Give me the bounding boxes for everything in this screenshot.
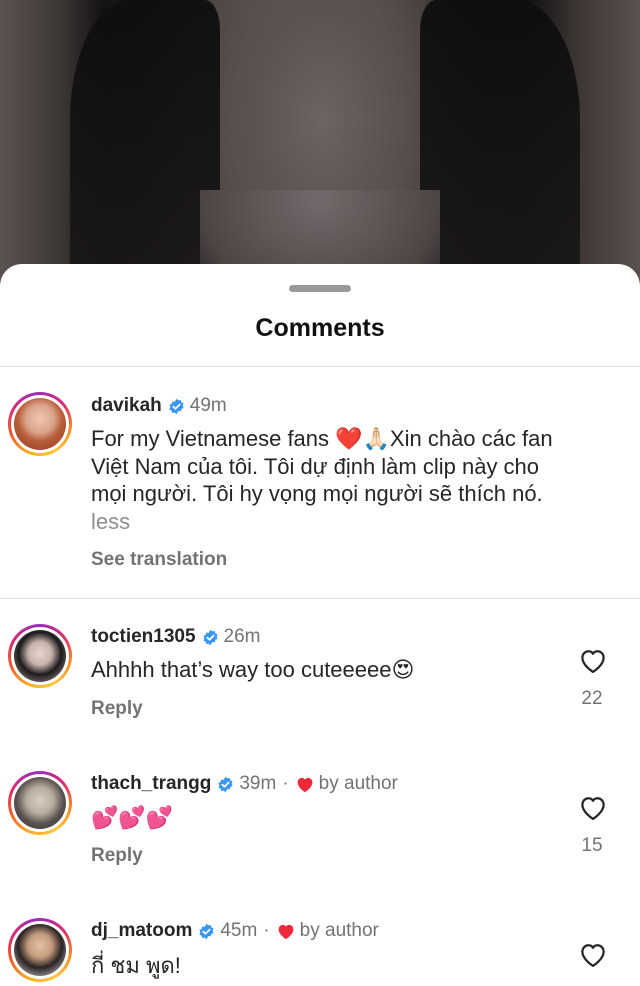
comments-sheet: Comments davikah 49m For my Vietnamese f… xyxy=(0,264,640,986)
separator-dot: · xyxy=(263,920,270,941)
avatar[interactable] xyxy=(8,392,72,456)
comment-text: Ahhhh that’s way too cuteeeee😍 xyxy=(91,657,415,682)
see-translation-button[interactable]: See translation xyxy=(91,549,227,571)
verified-badge-icon xyxy=(217,776,234,793)
comment-text-line: For my Vietnamese fans ❤️🙏🏻Xin chào các … xyxy=(91,426,553,451)
separator-dot: · xyxy=(282,773,289,794)
avatar[interactable] xyxy=(8,918,72,982)
sheet-grabber-handle[interactable] xyxy=(289,285,351,292)
verified-badge-icon xyxy=(198,923,215,940)
reply-button[interactable]: Reply xyxy=(91,698,143,720)
verified-badge-icon xyxy=(168,398,185,415)
sheet-title: Comments xyxy=(255,314,385,342)
by-author-label: by author xyxy=(318,773,398,794)
like-count: 22 xyxy=(581,688,603,709)
less-toggle[interactable]: less xyxy=(91,508,631,536)
comment-text-line: Việt Nam của tôi. Tôi dự định làm clip n… xyxy=(91,453,540,479)
avatar[interactable] xyxy=(8,624,72,688)
video-hair-left xyxy=(70,0,220,300)
by-author-label: by author xyxy=(299,920,379,941)
verified-badge-icon xyxy=(202,629,219,646)
avatar[interactable] xyxy=(8,771,72,835)
comment-username[interactable]: davikah xyxy=(91,395,162,417)
heart-outline-icon[interactable] xyxy=(578,793,608,821)
comment-header: thach_trangg 39m · by author xyxy=(91,773,398,795)
comment-timestamp: 45m xyxy=(220,920,258,941)
video-background xyxy=(0,0,640,300)
like-count: 15 xyxy=(581,835,603,856)
comment-timestamp: 26m xyxy=(223,626,261,647)
comment-username[interactable]: thach_trangg xyxy=(91,773,211,795)
caption-divider xyxy=(0,598,640,599)
comment-text: 💕💕💕 xyxy=(91,805,174,830)
comment-text: For my Vietnamese fans ❤️🙏🏻Xin chào các … xyxy=(91,425,631,535)
comment-header: toctien1305 26m xyxy=(91,626,261,648)
comment-username[interactable]: toctien1305 xyxy=(91,626,196,648)
comment-username[interactable]: dj_matoom xyxy=(91,920,192,942)
comment-timestamp: 39m xyxy=(239,773,277,794)
red-heart-icon xyxy=(295,775,315,793)
heart-outline-icon[interactable] xyxy=(578,940,608,968)
video-hair-right xyxy=(420,0,580,300)
comment-header: dj_matoom 45m · by author xyxy=(91,920,379,942)
red-heart-icon xyxy=(276,922,296,940)
comment-text-line: mọi người. Tôi hy vọng mọi người sẽ thíc… xyxy=(91,481,543,506)
comment-timestamp: 49m xyxy=(189,395,227,416)
comment-header: davikah 49m xyxy=(91,395,227,417)
heart-outline-icon[interactable] xyxy=(578,646,608,674)
comment-text: กี่ ชม พูด! xyxy=(91,953,181,978)
reply-button[interactable]: Reply xyxy=(91,845,143,867)
header-divider xyxy=(0,366,640,367)
